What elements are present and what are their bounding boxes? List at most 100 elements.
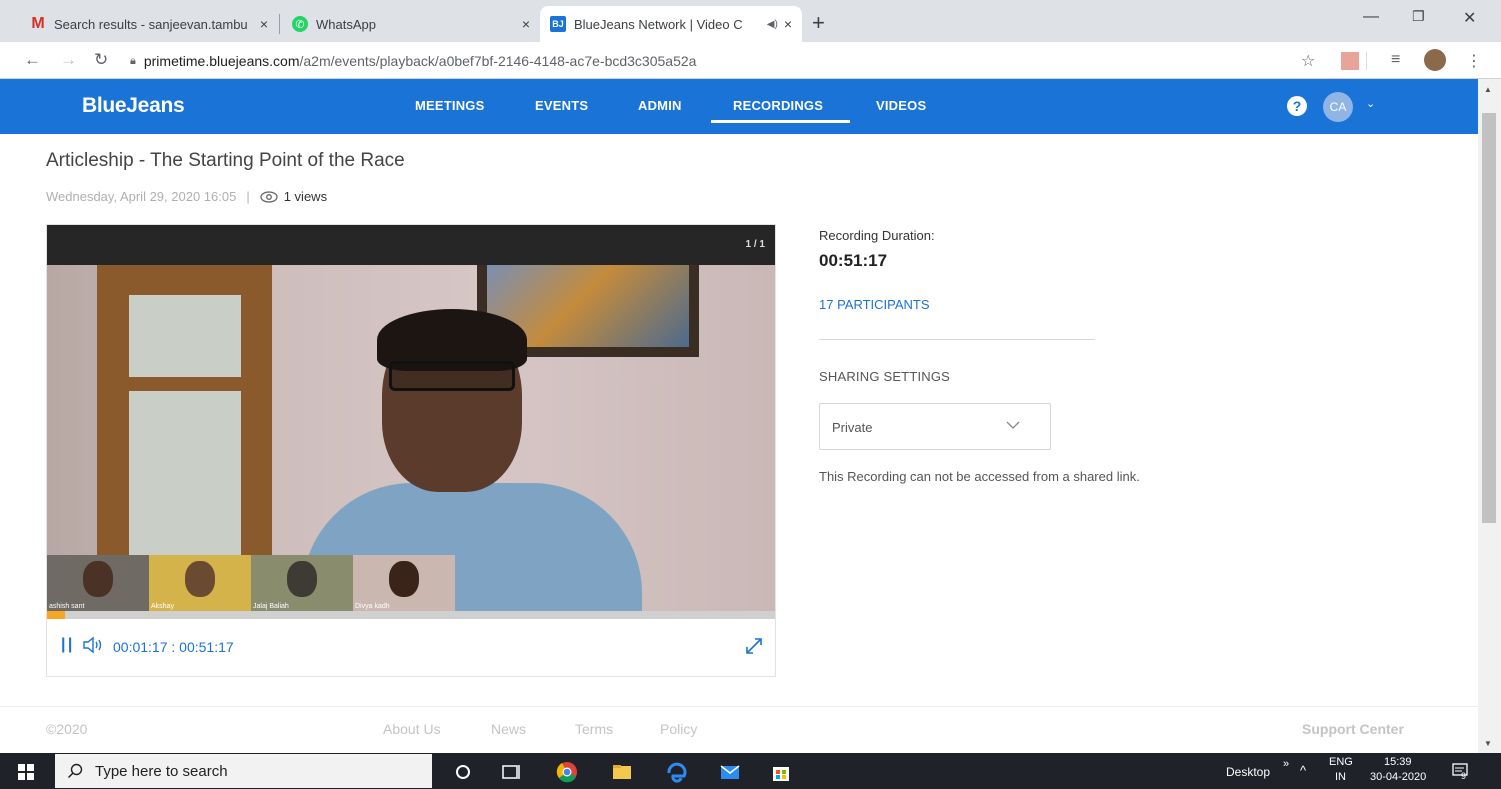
player-controls: | | 00:01:17 : 00:51:17 [47, 619, 775, 676]
tab-title: Search results - sanjeevan.tambu [54, 16, 248, 32]
new-tab-button[interactable]: + [812, 12, 825, 34]
store-icon[interactable] [770, 761, 792, 783]
chevron-down-icon [1006, 421, 1020, 429]
support-center-link[interactable]: Support Center [1302, 721, 1404, 737]
scroll-thumb[interactable] [1482, 113, 1496, 523]
participant-face [389, 561, 419, 597]
speaker-icon[interactable]: ◀) [767, 19, 778, 30]
chevron-double-right-icon[interactable]: » [1283, 758, 1289, 770]
chevron-down-icon[interactable]: ⌄ [1366, 97, 1375, 110]
language-code[interactable]: ENG [1329, 756, 1353, 768]
clock-time[interactable]: 15:39 [1384, 756, 1412, 768]
language-region[interactable]: IN [1335, 771, 1346, 783]
url-host: primetime.bluejeans.com [143, 53, 300, 69]
nav-events[interactable]: EVENTS [535, 98, 588, 113]
app-header: BlueJeans MEETINGS EVENTS ADMIN RECORDIN… [0, 79, 1478, 134]
taskbar-search-placeholder: Type here to search [95, 762, 228, 780]
participant-name: Akshay [151, 603, 174, 610]
participant-thumb[interactable]: Jalaj Baliah [251, 555, 353, 611]
show-hidden-icons-icon[interactable]: ^ [1300, 763, 1306, 778]
edge-icon[interactable] [665, 761, 687, 783]
page-scrollbar[interactable]: ▲ ▼ [1478, 79, 1501, 753]
bluejeans-logo[interactable]: BlueJeans [82, 94, 185, 118]
chrome-icon[interactable] [556, 761, 578, 783]
tab-gmail[interactable]: M Search results - sanjeevan.tambu × [20, 6, 278, 42]
profile-icon[interactable] [1424, 49, 1446, 71]
sharing-note: This Recording can not be accessed from … [819, 469, 1140, 484]
video-frame[interactable]: 1 / 1 ashish sant Akshay Jalaj Baliah Di… [47, 225, 775, 611]
cortana-icon[interactable] [452, 761, 474, 783]
recording-meta: Wednesday, April 29, 2020 16:05 | 1 view… [46, 189, 327, 204]
participant-thumb[interactable]: Akshay [149, 555, 251, 611]
minimize-icon[interactable]: — [1363, 8, 1379, 26]
tab-title: BlueJeans Network | Video C [574, 16, 743, 32]
mail-icon[interactable] [719, 761, 741, 783]
participant-name: Jalaj Baliah [253, 603, 289, 610]
participants-link[interactable]: 17 PARTICIPANTS [819, 297, 930, 312]
avatar[interactable]: CA [1323, 92, 1353, 122]
duration-value: 00:51:17 [819, 251, 888, 270]
participant-thumb[interactable]: ashish sant [47, 555, 149, 611]
speaker-glasses [389, 361, 515, 391]
playback-progress-bar[interactable] [47, 611, 775, 619]
participant-face [287, 561, 317, 597]
footer-link-about[interactable]: About Us [383, 721, 441, 737]
scroll-up-icon[interactable]: ▲ [1484, 85, 1492, 94]
tab-close-icon[interactable]: × [784, 16, 792, 32]
recording-date: Wednesday, April 29, 2020 16:05 [46, 189, 237, 204]
menu-kebab-icon[interactable]: ⋮ [1466, 51, 1482, 71]
tab-bluejeans[interactable]: BJ BlueJeans Network | Video C ◀) × [540, 6, 802, 42]
forward-icon[interactable]: → [60, 50, 77, 70]
info-divider [819, 339, 1095, 340]
nav-videos[interactable]: VIDEOS [876, 98, 926, 113]
back-icon[interactable]: ← [24, 50, 41, 70]
participant-thumbnails: ashish sant Akshay Jalaj Baliah Divya ka… [47, 555, 455, 611]
media-queue-icon[interactable]: ≡ [1391, 51, 1400, 69]
sharing-select-value: Private [832, 420, 873, 435]
nav-recordings[interactable]: RECORDINGS [733, 98, 823, 113]
close-window-icon[interactable]: ✕ [1463, 8, 1476, 28]
tab-title: WhatsApp [316, 16, 376, 32]
playback-progress-fill [47, 611, 66, 619]
nav-meetings[interactable]: MEETINGS [415, 98, 485, 113]
page-counter: 1 / 1 [745, 239, 765, 250]
windows-start-icon[interactable] [18, 764, 34, 780]
video-top-bar: 1 / 1 [47, 225, 775, 265]
pdf-extension-icon[interactable] [1341, 52, 1359, 70]
footer-divider [0, 706, 1478, 707]
toolbar-divider [1366, 52, 1367, 70]
participant-name: ashish sant [49, 603, 85, 610]
active-nav-indicator [711, 120, 850, 123]
tab-close-icon[interactable]: × [522, 16, 530, 32]
task-view-icon[interactable] [500, 761, 522, 783]
eye-icon [260, 190, 278, 203]
tab-separator [279, 14, 280, 34]
tab-whatsapp[interactable]: ✆ WhatsApp × [282, 6, 540, 42]
taskbar-search[interactable]: Type here to search [55, 754, 432, 788]
address-bar[interactable]: 🔒︎ primetime.bluejeans.com/a2m/events/pl… [130, 47, 1280, 75]
sharing-settings-title: SHARING SETTINGS [819, 369, 951, 384]
volume-icon[interactable] [82, 636, 104, 654]
duration-label: Recording Duration: [819, 228, 935, 243]
tab-close-icon[interactable]: × [260, 16, 268, 32]
participant-thumb[interactable]: Divya kadh [353, 555, 455, 611]
nav-admin[interactable]: ADMIN [638, 98, 682, 113]
footer-link-policy[interactable]: Policy [660, 721, 697, 737]
help-icon[interactable]: ? [1287, 96, 1307, 116]
fullscreen-icon[interactable] [745, 637, 763, 655]
scroll-down-icon[interactable]: ▼ [1484, 739, 1492, 748]
footer-link-terms[interactable]: Terms [575, 721, 613, 737]
participant-face [185, 561, 215, 597]
pause-button[interactable]: | | [61, 636, 72, 654]
view-count: 1 views [283, 189, 328, 204]
windows-taskbar: Type here to search Desktop » ^ ENG IN 1… [0, 753, 1501, 789]
bookmark-star-icon[interactable]: ☆ [1301, 51, 1315, 71]
bluejeans-icon: BJ [550, 16, 566, 32]
reload-icon[interactable]: ↻ [94, 50, 108, 70]
clock-date[interactable]: 30-04-2020 [1370, 771, 1426, 783]
footer-link-news[interactable]: News [491, 721, 526, 737]
file-explorer-icon[interactable] [611, 761, 633, 783]
restore-icon[interactable]: ❐ [1412, 8, 1425, 25]
sharing-select[interactable]: Private [819, 403, 1051, 450]
desktop-toolbar[interactable]: Desktop [1226, 765, 1270, 779]
